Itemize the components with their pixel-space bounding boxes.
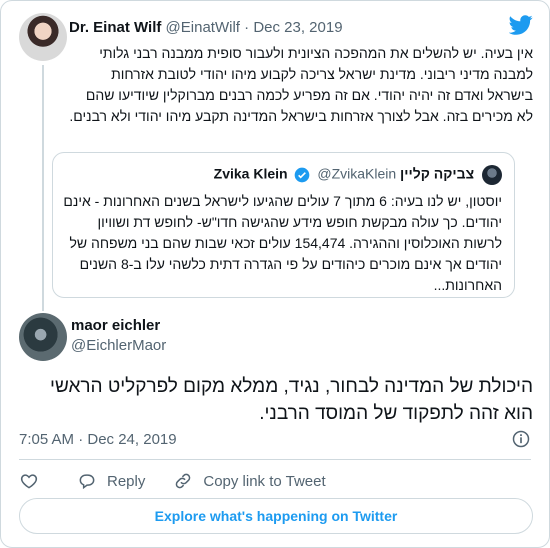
author-handle[interactable]: @EinatWilf xyxy=(166,19,240,36)
quoted-author-handle: @ZvikaKlein xyxy=(317,165,397,182)
thread-connector xyxy=(42,65,44,311)
avatar[interactable] xyxy=(19,313,67,361)
tweet-date[interactable]: Dec 23, 2019 xyxy=(253,19,342,36)
reply-label: Reply xyxy=(107,472,146,490)
reply-icon xyxy=(79,474,95,490)
link-icon xyxy=(176,473,191,489)
main-tweet-text: היכולת של המדינה לבחור, נגיד, ממלא מקום … xyxy=(50,376,533,424)
author-name[interactable]: Dr. Einat Wilf xyxy=(69,19,161,36)
copy-link-button[interactable]: Copy link to Tweet xyxy=(173,471,326,491)
heart-icon xyxy=(20,474,38,489)
quoted-tweet[interactable]: צביקה קליין Zvika Klein @ZvikaKlein יוסט… xyxy=(52,152,515,298)
like-button[interactable] xyxy=(19,471,49,491)
info-icon[interactable] xyxy=(511,429,531,449)
reply-button[interactable]: Reply xyxy=(77,471,145,491)
author-handle[interactable]: @EichlerMaor xyxy=(71,337,166,354)
author-name[interactable]: maor eichler xyxy=(71,317,166,334)
tweet-timestamp[interactable]: 7:05 AM · Dec 24, 2019 xyxy=(19,431,177,448)
quoted-tweet-header: צביקה קליין Zvika Klein @ZvikaKlein xyxy=(214,165,502,185)
quoted-tweet-text: יוסטון, יש לנו בעיה: 6 מתוך 7 עולים שהגי… xyxy=(63,193,502,293)
avatar[interactable] xyxy=(19,13,67,61)
avatar xyxy=(482,165,502,185)
tweet-actions: Reply Copy link to Tweet xyxy=(19,469,354,493)
verified-badge-icon xyxy=(295,167,310,183)
separator: · xyxy=(244,19,250,36)
main-tweet-header: maor eichler @EichlerMaor xyxy=(71,317,166,354)
copy-link-label: Copy link to Tweet xyxy=(203,472,326,490)
tweet-embed-card: Dr. Einat Wilf @EinatWilf · Dec 23, 2019… xyxy=(0,0,550,548)
divider xyxy=(19,459,531,460)
explore-twitter-button[interactable]: Explore what's happening on Twitter xyxy=(19,498,533,534)
parent-tweet-text: אין בעיה. יש להשלים את המהפכה הציונית ול… xyxy=(69,45,533,124)
parent-tweet-header: Dr. Einat Wilf @EinatWilf · Dec 23, 2019 xyxy=(69,19,343,36)
twitter-bird-icon[interactable] xyxy=(509,13,533,37)
